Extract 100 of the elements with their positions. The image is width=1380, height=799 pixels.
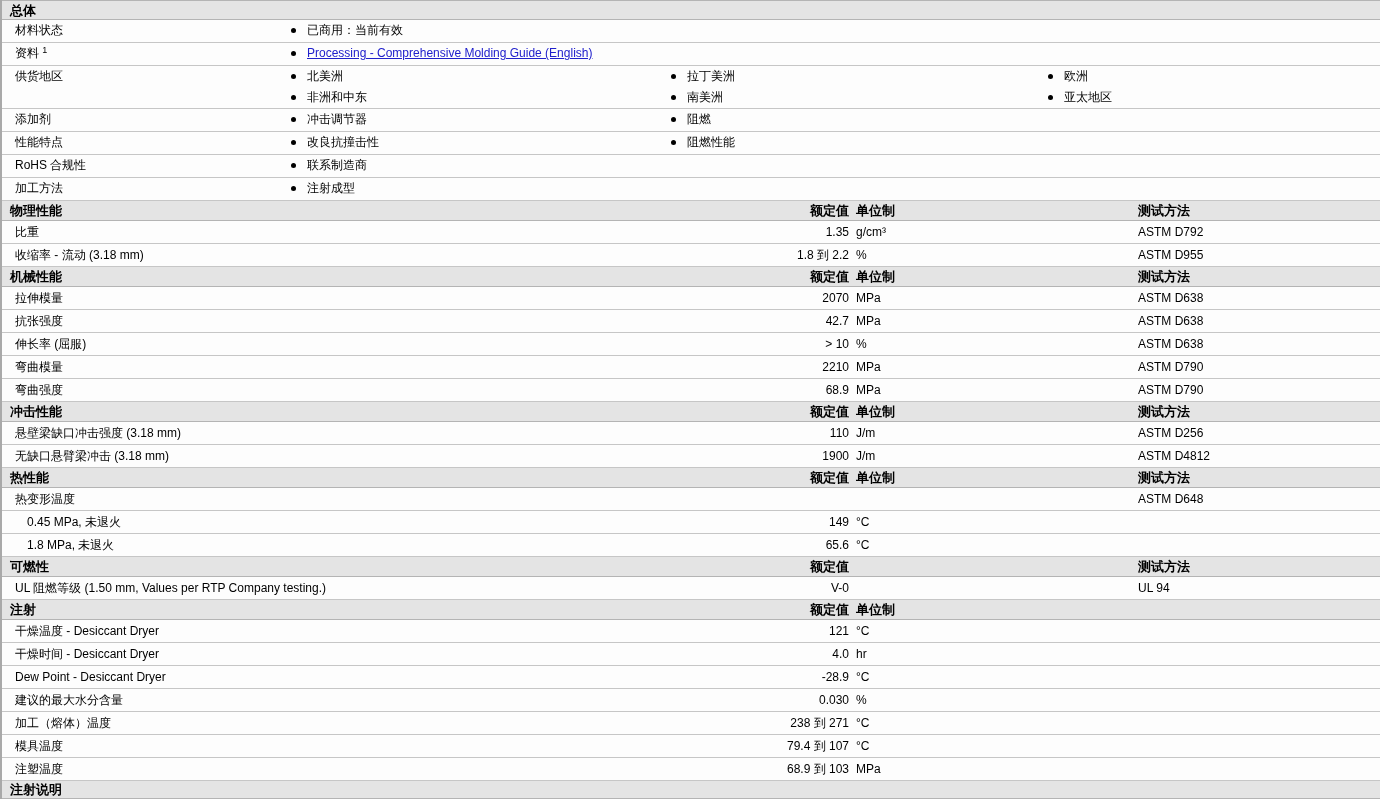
unit-label: hr [856, 647, 867, 661]
property-label: 1.8 MPa, 未退火 [27, 538, 115, 552]
list-item-text: 改良抗撞击性 [307, 134, 379, 151]
column-heading: 额定值 [810, 602, 849, 617]
unit-label: MPa [856, 314, 881, 328]
test-method: ASTM D638 [1138, 314, 1204, 328]
unit-label: % [856, 248, 867, 262]
section-title: 物理性能 [10, 203, 62, 218]
list-item-text: 注射成型 [307, 180, 355, 197]
bullet-icon [671, 117, 676, 122]
property-value: 1.8 到 2.2 [796, 248, 849, 262]
field-label: 材料状态 [15, 23, 63, 37]
bullet-icon [291, 186, 296, 191]
property-label: 弯曲模量 [15, 360, 63, 374]
property-label: 干燥时间 - Desiccant Dryer [15, 647, 160, 661]
section-title: 总体 [10, 3, 36, 18]
column-heading: 额定值 [810, 404, 849, 419]
property-label: 热变形温度 [15, 492, 75, 506]
property-value: 2210 [822, 360, 849, 374]
section-title: 注射 [10, 602, 36, 617]
list-item-text: 已商用：当前有效 [307, 22, 403, 39]
property-value: 238 到 271 [790, 716, 849, 730]
list-item-text: 亚太地区 [1064, 89, 1112, 106]
property-value: > 10 [825, 337, 849, 351]
property-label: 收缩率 - 流动 (3.18 mm) [15, 248, 144, 262]
bullet-icon [291, 28, 296, 33]
property-value: 110 [829, 426, 849, 440]
list-item-text: 南美洲 [687, 89, 723, 106]
test-method: ASTM D648 [1138, 492, 1204, 506]
unit-label: °C [856, 624, 870, 638]
property-value: 1.35 [825, 225, 849, 239]
property-label: 比重 [15, 225, 39, 239]
section-title: 注射说明 [10, 782, 62, 797]
unit-label: MPa [856, 762, 881, 776]
test-method: ASTM D955 [1138, 248, 1204, 262]
unit-label: °C [856, 716, 870, 730]
document-link[interactable]: Processing - Comprehensive Molding Guide (English) [307, 43, 593, 64]
property-value: -28.9 [821, 670, 849, 684]
section-title: 机械性能 [10, 269, 62, 284]
property-label: 拉伸模量 [15, 291, 63, 305]
field-label: 资料 $^{1}$ [15, 46, 48, 60]
unit-label: °C [856, 515, 870, 529]
list-item-text: 冲击调节器 [307, 111, 367, 128]
column-heading: 单位制 [856, 203, 895, 218]
list-item-text: 非洲和中东 [307, 89, 367, 106]
column-heading: 测试方法 [1138, 203, 1190, 218]
column-heading: 测试方法 [1138, 559, 1190, 574]
section-title: 可燃性 [10, 559, 49, 574]
bullet-icon [291, 51, 296, 56]
list-item-text: 阻燃 [687, 111, 711, 128]
property-value: 149 [828, 515, 849, 529]
column-heading: 测试方法 [1138, 470, 1190, 485]
field-label: 加工方法 [15, 181, 63, 195]
property-value: 2070 [822, 291, 849, 305]
property-value: 68.9 到 103 [786, 762, 849, 776]
property-label: 伸长率 (屈服) [15, 337, 87, 351]
column-heading: 单位制 [856, 404, 895, 419]
property-label: 弯曲强度 [15, 383, 63, 397]
bullet-icon [291, 117, 296, 122]
property-label: 建议的最大水分含量 [15, 693, 123, 707]
test-method: UL 94 [1138, 581, 1170, 595]
list-item-text: 北美洲 [307, 68, 343, 85]
test-method: ASTM D790 [1138, 360, 1204, 374]
property-label: 抗张强度 [15, 314, 63, 328]
bullet-icon [671, 95, 676, 100]
column-heading: 单位制 [856, 269, 895, 284]
unit-label: MPa [856, 291, 881, 305]
section-title: 热性能 [10, 470, 49, 485]
column-heading: 单位制 [856, 470, 895, 485]
property-value: 65.6 [825, 538, 849, 552]
unit-label: MPa [856, 383, 881, 397]
unit-label: °C [856, 538, 870, 552]
field-label: 添加剂 [15, 112, 51, 126]
bullet-icon [671, 140, 676, 145]
property-value: 4.0 [832, 647, 849, 661]
bullet-icon [291, 140, 296, 145]
test-method: ASTM D790 [1138, 383, 1204, 397]
test-method: ASTM D638 [1138, 337, 1204, 351]
unit-label: MPa [856, 360, 881, 374]
column-heading: 测试方法 [1138, 404, 1190, 419]
property-value: 79.4 到 107 [786, 739, 849, 753]
test-method: ASTM D792 [1138, 225, 1204, 239]
list-item-text: 欧洲 [1064, 68, 1088, 85]
bullet-icon [1048, 74, 1053, 79]
test-method: ASTM D4812 [1138, 449, 1211, 463]
unit-label: J/m [856, 426, 876, 440]
column-heading: 额定值 [810, 203, 849, 218]
bullet-icon [671, 74, 676, 79]
column-heading: 测试方法 [1138, 269, 1190, 284]
field-label: RoHS 合规性 [15, 158, 87, 172]
section-title: 冲击性能 [10, 404, 62, 419]
unit-label: % [856, 337, 867, 351]
property-value: 68.9 [825, 383, 849, 397]
property-label: 加工（熔体）温度 [15, 716, 111, 730]
unit-label: °C [856, 670, 870, 684]
unit-label: g/cm³ [856, 225, 886, 239]
column-heading: 单位制 [856, 602, 895, 617]
field-label: 性能特点 [15, 135, 63, 149]
column-heading: 额定值 [810, 269, 849, 284]
test-method: ASTM D256 [1138, 426, 1204, 440]
